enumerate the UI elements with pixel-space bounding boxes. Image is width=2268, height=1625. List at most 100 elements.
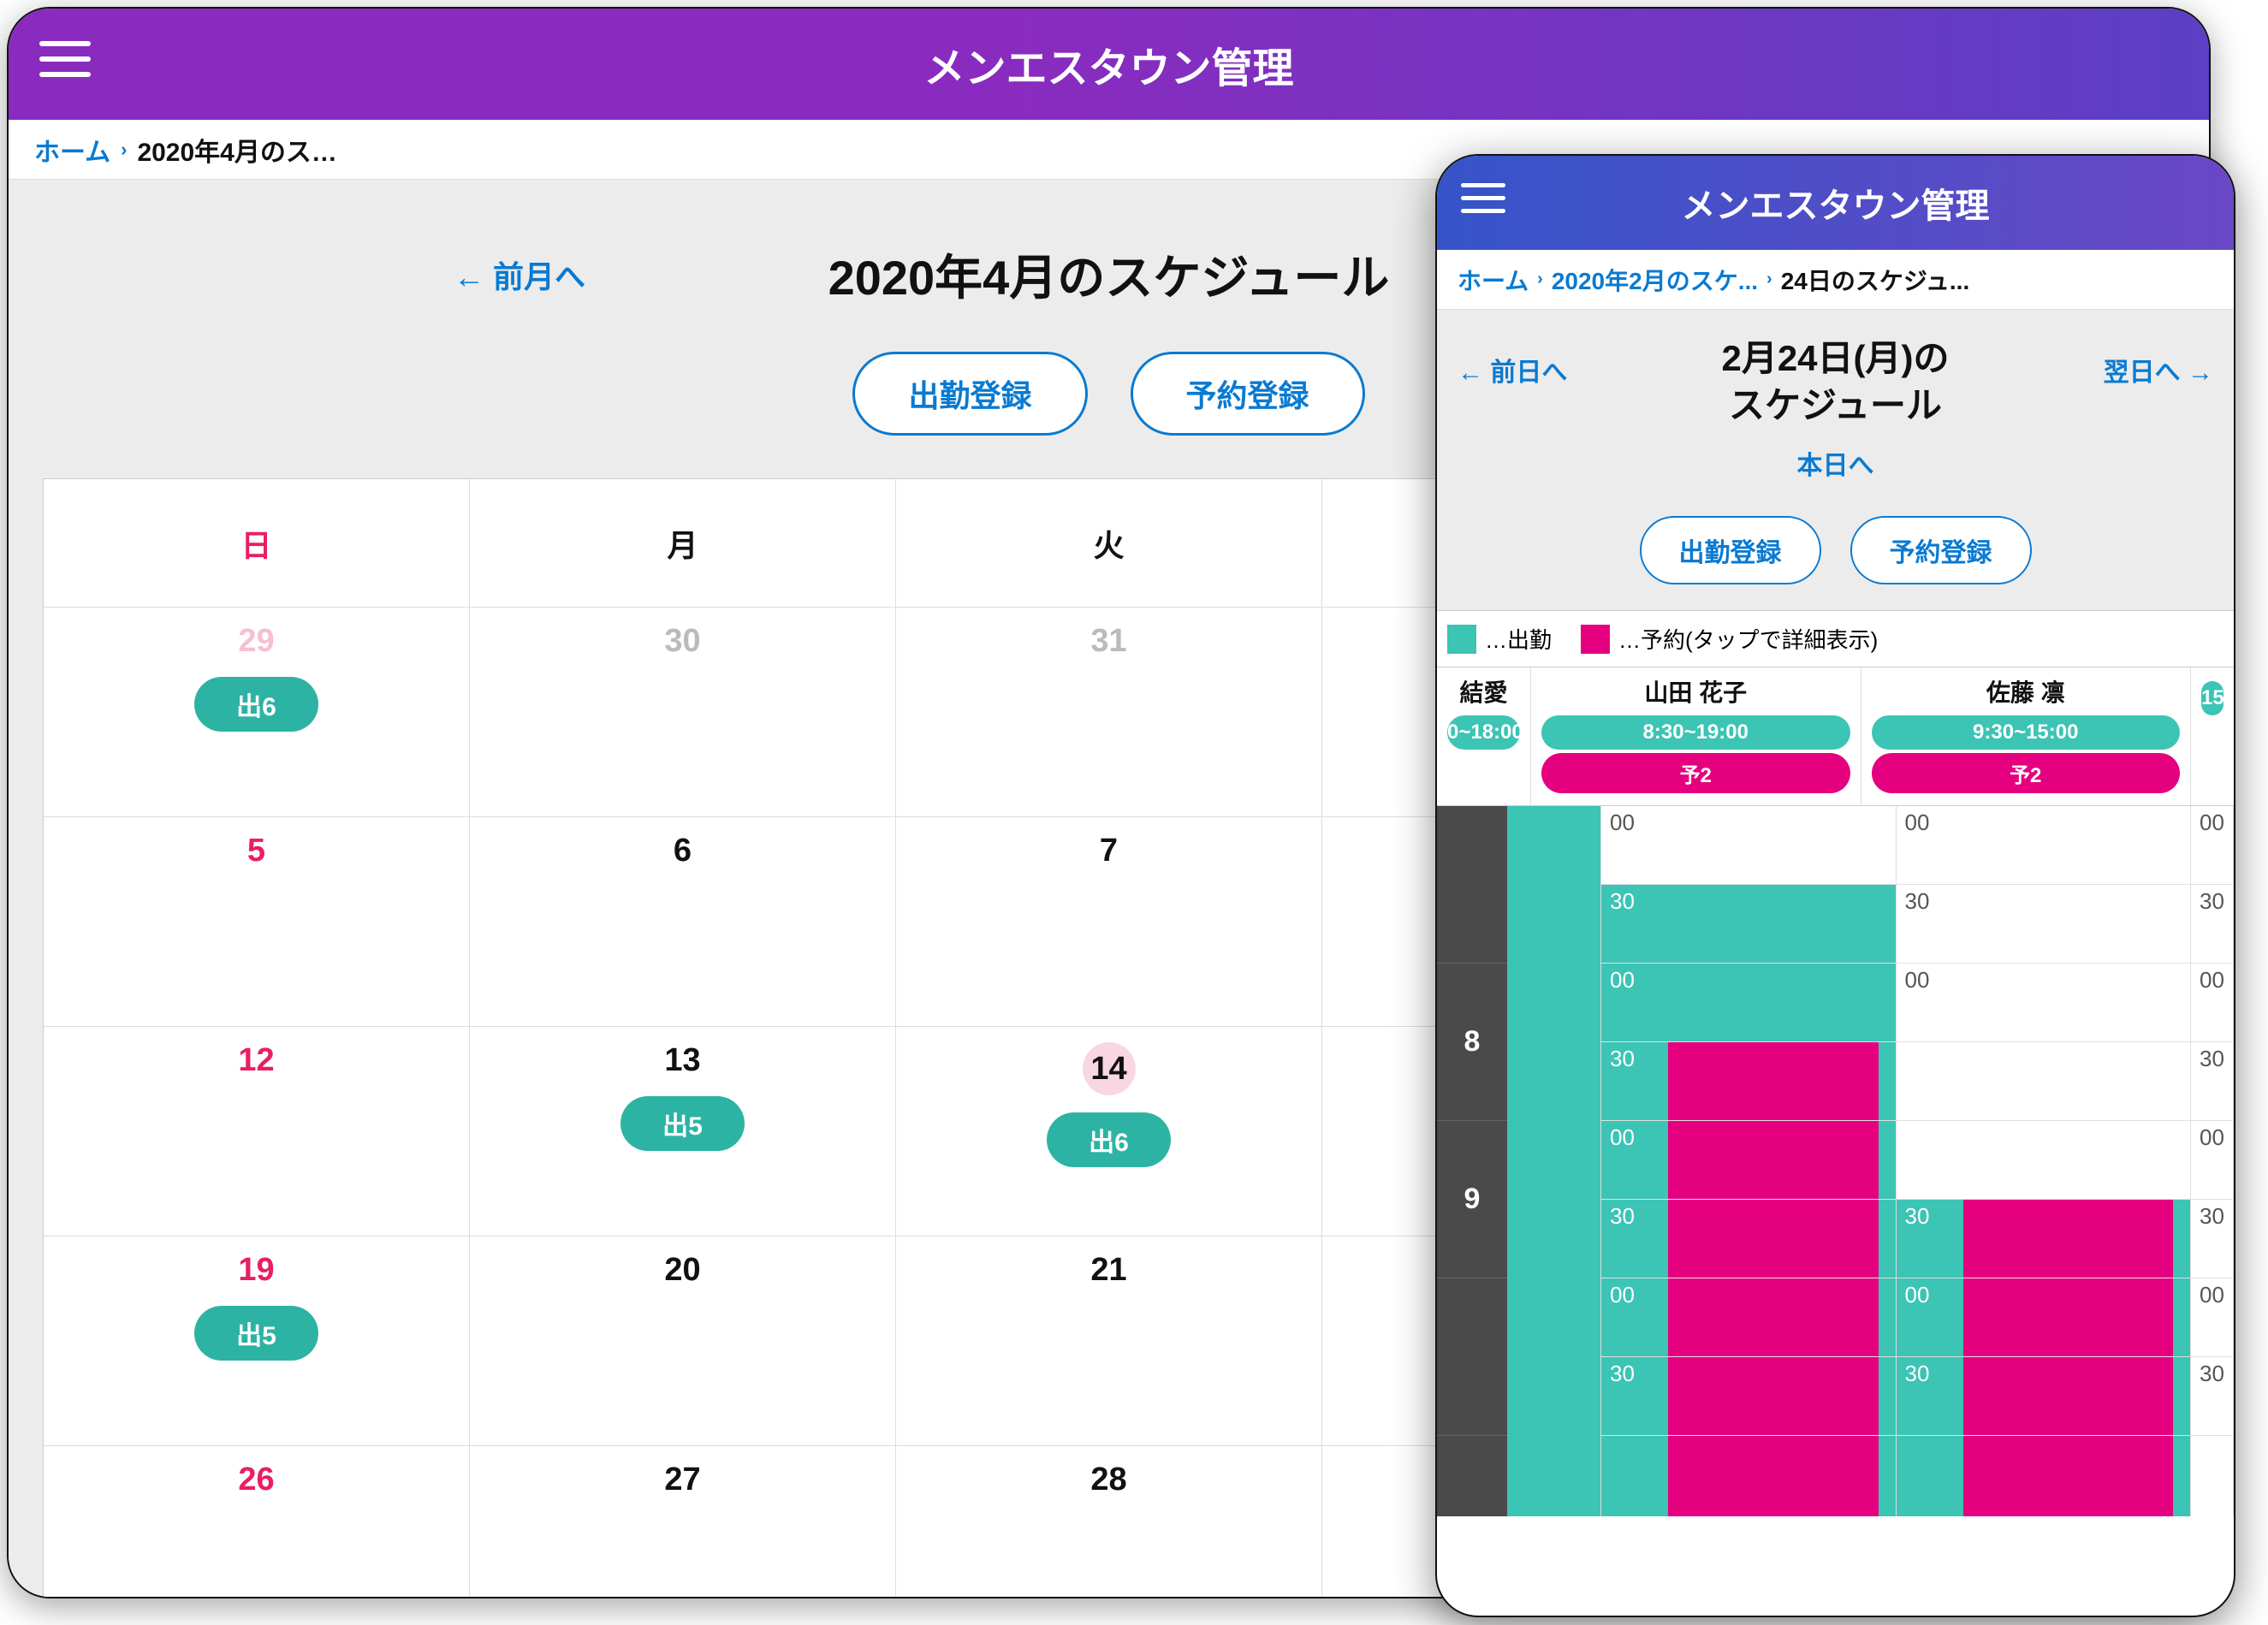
reserve-register-button[interactable]: 予約登録 [1850, 516, 2032, 584]
day-title-line1: 2月24日(月)の [1721, 338, 1949, 378]
prev-month-button[interactable]: ← 前月へ [454, 252, 585, 297]
hour-label: 9 [1437, 1121, 1507, 1278]
staff-column[interactable]: 山田 花子8:30~19:00予2 [1531, 667, 1861, 805]
time-cell: 30 [2191, 1357, 2233, 1436]
phone-device: メンエスタウン管理 ホーム › 2020年2月のスケ... › 24日のスケジュ… [1435, 154, 2235, 1617]
register-buttons: 出勤登録 予約登録 [1437, 516, 2234, 584]
today-button[interactable]: 本日へ [1437, 444, 2234, 482]
app-title: メンエスタウン管理 [9, 34, 2209, 94]
time-cell: 30 [1601, 1200, 1896, 1278]
time-cell: 00 [1897, 964, 2191, 1042]
calendar-day[interactable]: 7 [896, 817, 1322, 1027]
time-cell: 00 [2191, 806, 2233, 885]
staff-name: 結愛 [1442, 674, 1525, 709]
calendar-day[interactable]: 26 [44, 1446, 470, 1598]
reservation-count-pill[interactable]: 予2 [1541, 753, 1850, 793]
breadcrumb: ホーム › 2020年2月のスケ... › 24日のスケジュ... [1437, 250, 2234, 310]
time-cell: 00 [1897, 1278, 2191, 1357]
breadcrumb-home[interactable]: ホーム [34, 131, 110, 169]
phone-body: ← 前日へ 2月24日(月)の スケジュール 翌日へ → 本日へ 出勤登録 予約… [1437, 310, 2234, 1516]
calendar-day[interactable]: 30 [470, 608, 896, 817]
time-cell: 30 [1601, 885, 1896, 964]
calendar-day[interactable]: 14出6 [896, 1027, 1322, 1237]
shift-badge[interactable]: 出5 [620, 1096, 745, 1151]
calendar-day[interactable]: 27 [470, 1446, 896, 1598]
legend-swatch-shift [1447, 625, 1476, 654]
time-cell: 00 [2191, 1121, 2233, 1200]
time-cell: 00 [1897, 1121, 2191, 1200]
shift-time-pill[interactable]: 8:30~19:00 [1541, 715, 1850, 750]
menu-icon[interactable] [39, 41, 91, 77]
time-cell: 30 [1897, 1200, 2191, 1278]
breadcrumb-home[interactable]: ホーム [1458, 263, 1529, 297]
timeline-col-3[interactable]: 00 30 00 30 00 30 00 30 [1897, 806, 2192, 1516]
day-number: 12 [65, 1042, 448, 1079]
timeline-col-1[interactable]: 00 30 00 30 00 30 00 30 [1507, 806, 1601, 1516]
timeline-col-4[interactable]: 00 30 00 30 00 30 00 30 [2191, 806, 2234, 1516]
staff-column[interactable]: 佐藤 凛 9:30~15:00予2 [1861, 667, 2192, 805]
shift-time-pill[interactable]: 9:30~15:00 [1872, 715, 2181, 750]
staff-name: 佐藤 凛 [1867, 674, 2186, 709]
schedule-header: 結愛 0~18:00 山田 花子8:30~19:00予2佐藤 凛 9:30~15:00… [1437, 667, 2234, 806]
chevron-right-icon: › [1537, 270, 1543, 289]
shift-time-pill[interactable]: 15 [2201, 681, 2223, 715]
breadcrumb-current: 24日のスケジュ... [1781, 263, 1970, 297]
time-cell: 00 [1601, 1278, 1896, 1357]
day-number: 30 [491, 623, 874, 660]
day-number: 27 [491, 1462, 874, 1498]
calendar-day[interactable]: 6 [470, 817, 896, 1027]
legend-shift-label: …出勤 [1485, 623, 1552, 655]
hour-column: 89 [1437, 806, 1507, 1516]
dow-header: 日 [44, 479, 470, 608]
calendar-day[interactable]: 28 [896, 1446, 1322, 1598]
time-cell: 30 [1601, 1357, 1896, 1436]
timeline-col-2[interactable]: 00 30 00 30 00 30 00 30 [1601, 806, 1897, 1516]
chevron-right-icon: › [121, 139, 127, 161]
app-title: メンエスタウン管理 [1437, 178, 2234, 228]
prev-day-button[interactable]: ← 前日へ [1458, 351, 1567, 388]
time-cell: 00 [1601, 1121, 1896, 1200]
time-cell: 00 [1897, 806, 2191, 885]
menu-icon[interactable] [1461, 183, 1505, 213]
time-cell: 30 [2191, 885, 2233, 964]
shift-badge[interactable]: 出6 [194, 677, 318, 732]
time-cell: 00 [2191, 964, 2233, 1042]
time-cell: 30 [2191, 1042, 2233, 1121]
day-number: 5 [65, 833, 448, 869]
shift-badge[interactable]: 出6 [1047, 1112, 1171, 1167]
day-number: 28 [917, 1462, 1300, 1498]
shift-badge[interactable]: 出5 [194, 1306, 318, 1361]
calendar-day[interactable]: 12 [44, 1027, 470, 1237]
calendar-day[interactable]: 19出5 [44, 1237, 470, 1446]
next-day-button[interactable]: 翌日へ → [2104, 351, 2213, 388]
dow-header: 月 [470, 479, 896, 608]
legend-swatch-reserve [1581, 625, 1610, 654]
hour-label: 8 [1437, 964, 1507, 1121]
month-title: 2020年4月のスケジュール [828, 240, 1390, 309]
hour-label [1437, 1278, 1507, 1436]
calendar-day[interactable]: 21 [896, 1237, 1322, 1446]
day-number: 20 [491, 1252, 874, 1289]
breadcrumb-month[interactable]: 2020年2月のスケ... [1552, 263, 1758, 297]
shift-register-button[interactable]: 出勤登録 [852, 352, 1087, 436]
calendar-day[interactable]: 5 [44, 817, 470, 1027]
calendar-day[interactable]: 20 [470, 1237, 896, 1446]
calendar-day[interactable]: 31 [896, 608, 1322, 817]
day-number: 7 [917, 833, 1300, 869]
shift-block[interactable] [1507, 806, 1600, 1516]
time-cell: 00 [1601, 806, 1896, 885]
day-number: 13 [491, 1042, 874, 1079]
day-header: ← 前日へ 2月24日(月)の スケジュール 翌日へ → 本日へ [1437, 310, 2234, 490]
calendar-day[interactable]: 29出6 [44, 608, 470, 817]
shift-time-pill[interactable]: 0~18:00 [1447, 715, 1520, 750]
shift-register-button[interactable]: 出勤登録 [1640, 516, 1821, 584]
reservation-count-pill[interactable]: 予2 [1872, 753, 2181, 793]
staff-column[interactable]: 15 [2191, 667, 2234, 805]
day-number: 21 [917, 1252, 1300, 1289]
timeline[interactable]: 89 00 30 00 30 00 30 00 30 00 30 00 30 0… [1437, 806, 2234, 1516]
calendar-day[interactable]: 13出5 [470, 1027, 896, 1237]
hour-label [1437, 806, 1507, 964]
staff-column[interactable]: 結愛 0~18:00 [1437, 667, 1531, 805]
reserve-register-button[interactable]: 予約登録 [1131, 352, 1365, 436]
breadcrumb-current: 2020年4月のス… [137, 131, 336, 169]
